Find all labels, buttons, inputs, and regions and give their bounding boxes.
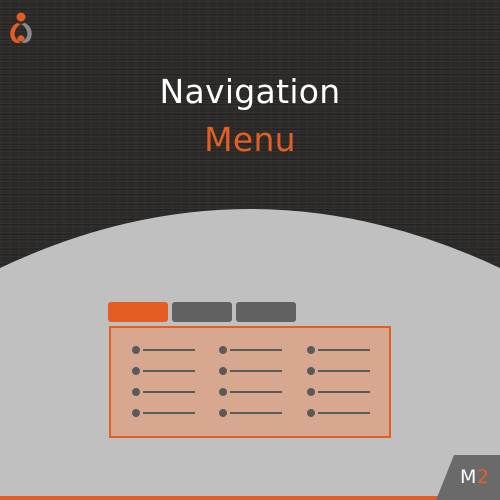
menu-item-placeholder-line — [143, 391, 195, 393]
bullet-icon — [132, 346, 140, 354]
bullet-icon — [219, 367, 227, 375]
bullet-icon — [307, 367, 315, 375]
brand-logo-icon — [10, 12, 32, 43]
bullet-icon — [307, 409, 315, 417]
menu-item-placeholder-line — [318, 391, 370, 393]
menu-item-placeholder-line — [230, 370, 282, 372]
bullet-icon — [132, 367, 140, 375]
menu-item-placeholder-line — [143, 370, 195, 372]
bullet-icon — [307, 388, 315, 396]
badge-prefix: M — [460, 466, 477, 488]
tab-inactive[interactable] — [236, 302, 296, 322]
menu-item-placeholder-line — [230, 349, 282, 351]
tab-active[interactable] — [108, 302, 168, 322]
menu-dropdown-panel — [109, 326, 391, 438]
title-menu: Menu — [204, 120, 296, 159]
bullet-icon — [132, 409, 140, 417]
bullet-icon — [132, 388, 140, 396]
menu-item-placeholder-line — [318, 349, 370, 351]
bullet-icon — [219, 409, 227, 417]
badge-number: 2 — [476, 466, 490, 488]
menu-item-placeholder-line — [318, 370, 370, 372]
bullet-icon — [219, 388, 227, 396]
menu-item-placeholder-line — [143, 349, 195, 351]
menu-item-placeholder-line — [318, 412, 370, 414]
title-navigation: Navigation — [159, 72, 341, 111]
bullet-icon — [219, 346, 227, 354]
menu-item-placeholder-line — [230, 391, 282, 393]
menu-item-placeholder-line — [230, 412, 282, 414]
bullet-icon — [307, 346, 315, 354]
version-badge-label: M2 — [460, 465, 490, 489]
bottom-accent-bar — [0, 496, 500, 500]
menu-item-placeholder-line — [143, 412, 195, 414]
tab-inactive[interactable] — [172, 302, 232, 322]
